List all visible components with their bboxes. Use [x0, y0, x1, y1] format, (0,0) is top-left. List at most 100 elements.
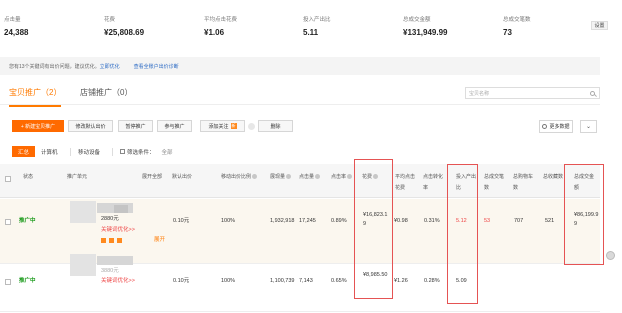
gear-icon: [542, 124, 548, 129]
tab-pc[interactable]: 计算机: [41, 146, 58, 157]
col-ctr[interactable]: 点击率: [331, 172, 353, 183]
col-expand-all[interactable]: 展开全部: [142, 172, 162, 183]
item-thumbnail[interactable]: [70, 201, 96, 223]
col-carts[interactable]: 总购物车数: [513, 172, 537, 194]
conv-rate: 0.28%: [424, 278, 440, 284]
more-data-label: 更多数据: [549, 124, 570, 130]
carts: 707: [514, 218, 524, 224]
new-badge: 新: [230, 123, 237, 129]
row-action-icons[interactable]: [101, 238, 122, 243]
row-checkbox[interactable]: [5, 279, 11, 285]
table-row: 推广中 3880元 关键词优化>> 0.10元 100% 1,100,739 7…: [0, 254, 600, 312]
item-title-blurred[interactable]: [97, 256, 133, 265]
filter-icon: [120, 149, 125, 154]
batch-bid-button[interactable]: 修改默认出价: [68, 120, 113, 132]
tab-summary[interactable]: 汇总: [12, 146, 35, 157]
pause-button[interactable]: 暂停推广: [118, 120, 153, 132]
mobile-ratio: 100%: [221, 278, 236, 284]
row-status: 推广中: [19, 218, 36, 224]
highlight-cost-column: [354, 159, 393, 299]
avg-cpc: ¥0.98: [394, 218, 408, 224]
add-follow-button[interactable]: 添加关注 新: [200, 120, 245, 132]
copy-icon: [109, 238, 114, 243]
mobile-label: 移动设备: [78, 149, 101, 156]
filter-conditions-label: 筛选条件：: [127, 149, 155, 156]
keyword-optimize-link[interactable]: 关键词优化>>: [101, 277, 135, 286]
stat-clicks: 点击量 24,388: [4, 17, 29, 37]
highlight-roi-column: [447, 164, 478, 304]
select-all-checkbox[interactable]: [5, 176, 11, 182]
ctr: 0.65%: [331, 278, 347, 284]
col-default-bid[interactable]: 默认出价: [172, 172, 192, 183]
expand-link[interactable]: 展开: [154, 236, 165, 245]
tab-item-promotion[interactable]: 宝贝推广（2）: [9, 87, 62, 107]
stat-orders: 总成交笔数 73: [503, 17, 531, 37]
edit-icon: [101, 238, 106, 243]
more-data-button[interactable]: 更多数据: [539, 120, 573, 133]
row-status: 推广中: [19, 278, 36, 284]
col-impressions[interactable]: 展现量: [270, 172, 292, 183]
conv-rate: 0.31%: [424, 218, 440, 224]
help-icon: [315, 174, 321, 180]
mobile-ratio: 100%: [221, 218, 236, 224]
col-item: 推广单元: [67, 174, 88, 180]
optimize-now-link[interactable]: 立即优化: [100, 63, 120, 70]
item-thumbnail[interactable]: [70, 254, 96, 276]
bid-notice: 您有13个关键词有出价问题，建议优化。 立即优化 查看全账户出价诊断: [0, 57, 600, 75]
help-icon: [347, 174, 353, 180]
table-header: 状态 推广单元 展开全部 默认出价 移动出价比例 展现量 点击量 点击率 花费 …: [0, 164, 600, 198]
clicks: 7,143: [299, 278, 313, 284]
tab-shop-promotion[interactable]: 店铺推广（0）: [80, 87, 132, 98]
scroll-handle-icon[interactable]: [606, 251, 615, 260]
col-conv-rate[interactable]: 点击转化率: [423, 172, 445, 194]
resume-button-label: 参与推广: [164, 123, 185, 130]
settings-button[interactable]: 设置: [591, 21, 608, 30]
toolbar: + 新建宝贝推广 修改默认出价 暂停推广 参与推广 添加关注 新 删除 更多数据…: [0, 113, 600, 133]
bid-diagnosis-link[interactable]: 查看全账户出价诊断: [134, 63, 179, 70]
stats-bar: 点击量 24,388 花费 ¥25,808.69 平均点击花费 ¥1.06 投入…: [0, 0, 622, 44]
row-checkbox[interactable]: [5, 219, 11, 225]
search-input[interactable]: 宝贝名称: [465, 87, 600, 99]
search-icon[interactable]: [590, 91, 595, 96]
add-follow-label: 添加关注: [208, 123, 229, 130]
impressions: 1,100,739: [270, 278, 295, 284]
ctr: 0.89%: [331, 218, 347, 224]
search-placeholder: 宝贝名称: [469, 90, 490, 97]
pc-label: 计算机: [41, 149, 58, 156]
notice-text: 您有13个关键词有出价问题，建议优化。: [9, 63, 100, 70]
stat-avg-cpc: 平均点击花费 ¥1.06: [204, 17, 238, 37]
chart-icon: [117, 238, 122, 243]
col-favorites[interactable]: 总收藏数: [543, 172, 565, 183]
col-clicks[interactable]: 点击量: [299, 172, 321, 183]
filter-conditions[interactable]: 筛选条件： 全部: [120, 146, 173, 157]
keyword-optimize-link[interactable]: 关键词优化>>: [101, 226, 135, 235]
item-title-blurred: [114, 205, 128, 213]
item-price: 3880元: [101, 268, 119, 274]
filter-row: 汇总 计算机 移动设备 筛选条件： 全部: [0, 143, 600, 160]
tab-bar: 宝贝推广（2） 店铺推广（0） 宝贝名称: [0, 83, 600, 107]
impressions: 1,932,918: [270, 218, 295, 224]
help-icon: [252, 174, 258, 180]
item-table: 状态 推广单元 展开全部 默认出价 移动出价比例 展现量 点击量 点击率 花费 …: [0, 159, 604, 313]
stat-roi: 投入产出比 5.11: [303, 17, 331, 37]
chevron-down-icon[interactable]: ⌄: [580, 120, 597, 133]
col-avg-cpc[interactable]: 平均点击花费: [395, 172, 419, 194]
stat-cost: 花费 ¥25,808.69: [104, 17, 145, 37]
tab-mobile[interactable]: 移动设备: [78, 146, 100, 157]
stat-gmv: 总成交金额 ¥131,949.99: [403, 17, 448, 37]
orders: 53: [484, 218, 491, 224]
col-status[interactable]: 状态: [23, 172, 33, 183]
avg-cpc: ¥1.26: [394, 278, 408, 284]
resume-button[interactable]: 参与推广: [157, 120, 192, 132]
delete-button[interactable]: 删除: [258, 120, 293, 132]
clicks: 17,245: [299, 218, 316, 224]
default-bid[interactable]: 0.10元: [173, 217, 189, 226]
col-mobile-ratio[interactable]: 移动出价比例: [221, 172, 258, 183]
new-item-promotion-button[interactable]: + 新建宝贝推广: [12, 120, 64, 132]
highlight-gmv-column: [564, 164, 604, 265]
favorites: 521: [545, 218, 555, 224]
col-orders[interactable]: 总成交笔数: [484, 172, 508, 194]
default-bid[interactable]: 0.10元: [173, 277, 189, 286]
item-price: 2880元: [101, 216, 119, 222]
help-icon: [286, 174, 292, 180]
